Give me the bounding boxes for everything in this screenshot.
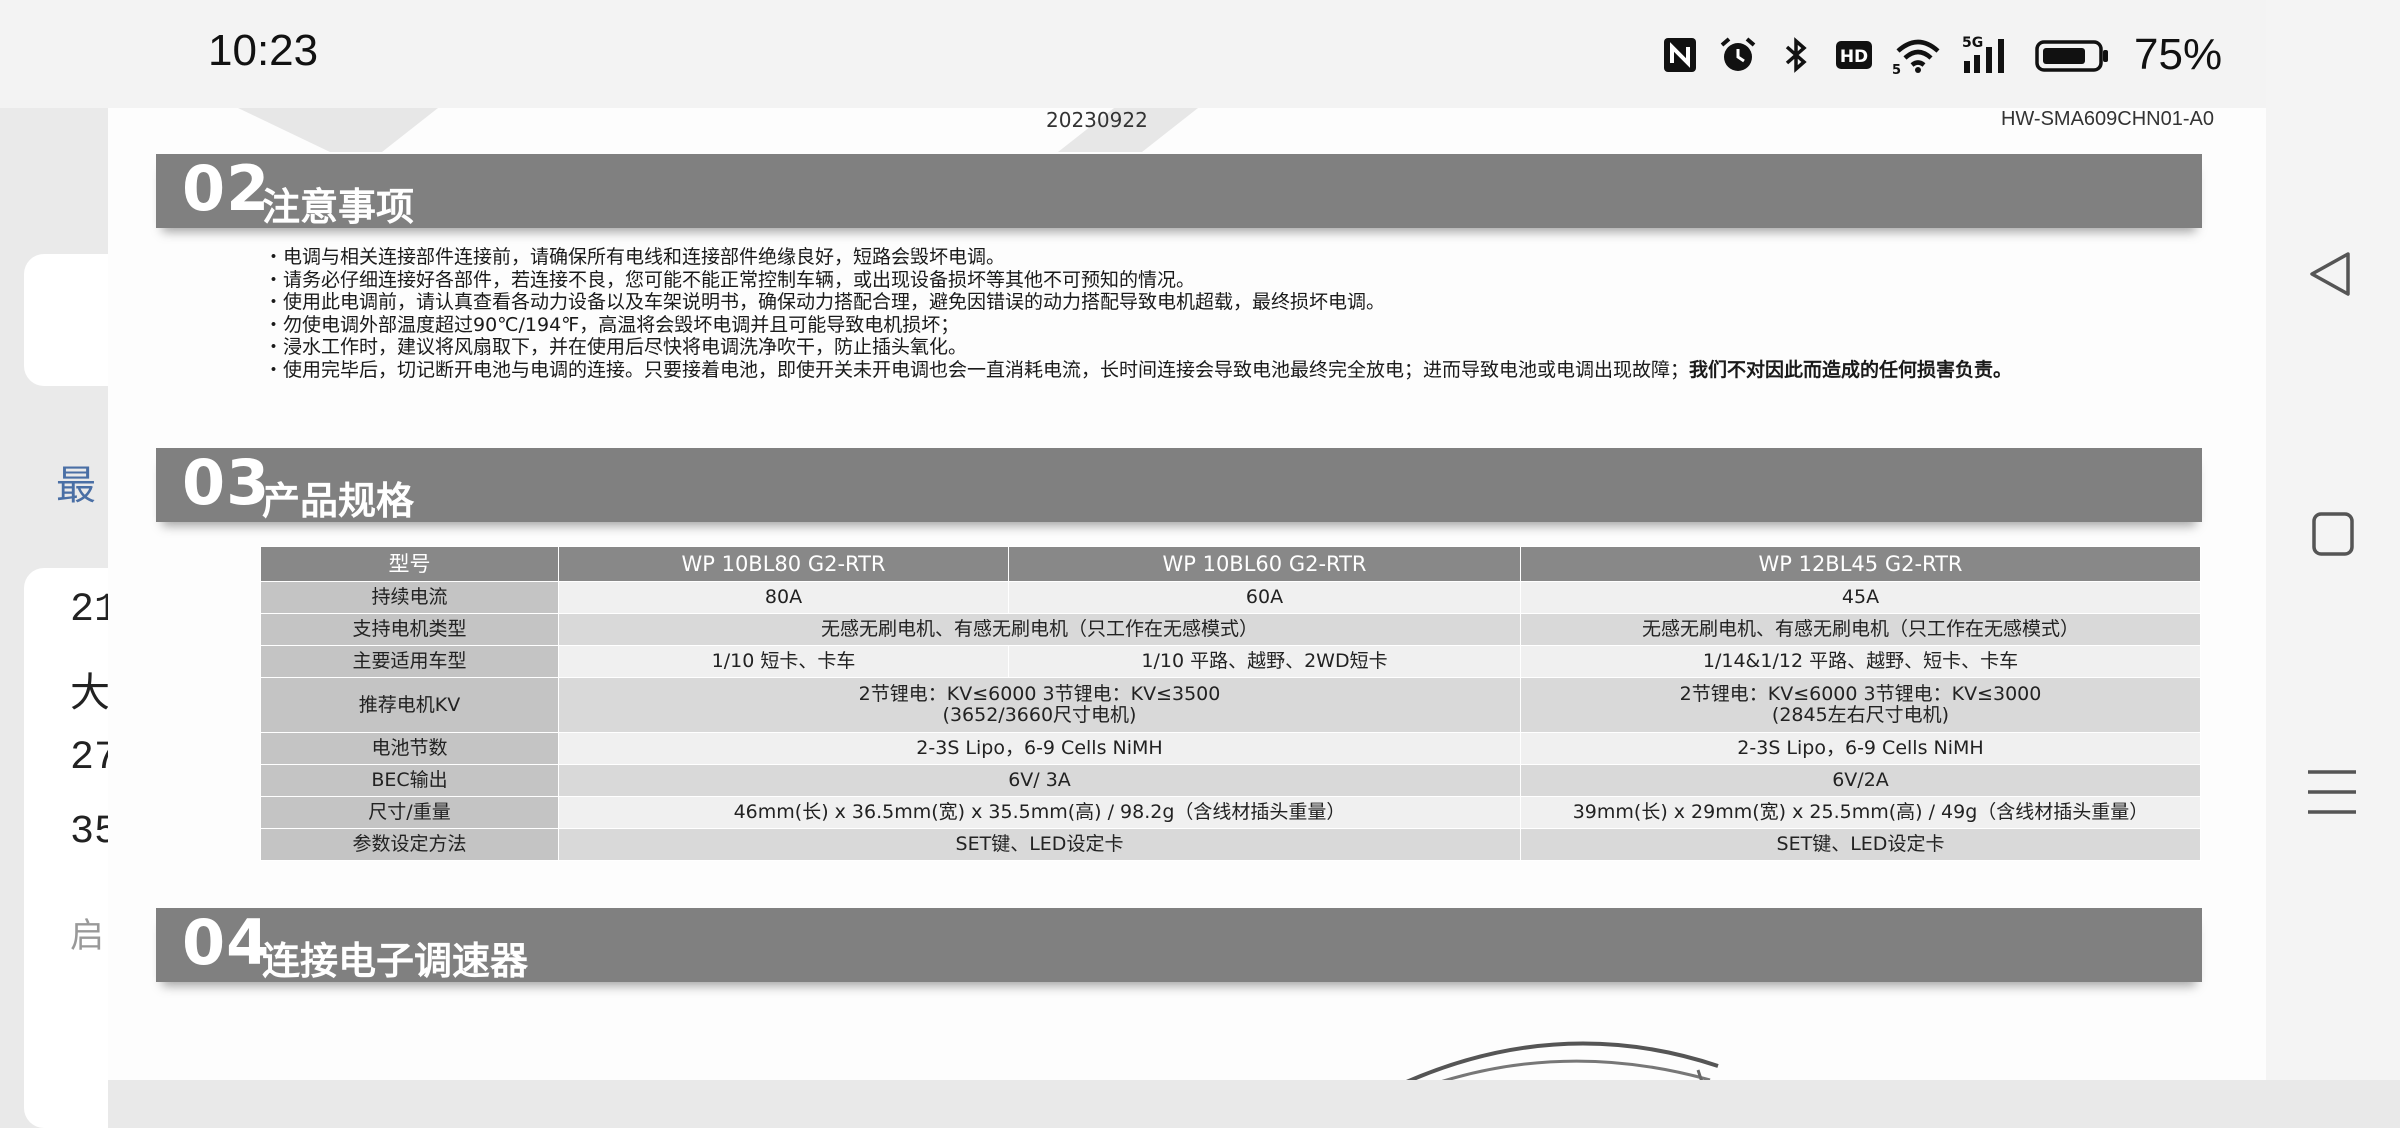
spec-header-cell: WP 10BL80 G2-RTR xyxy=(558,546,1009,582)
section-number: 04 xyxy=(182,906,271,979)
spec-cell-line: 2节锂电：KV≤6000 3节锂电：KV≤3000 xyxy=(1679,683,2042,705)
menu-lines-icon[interactable] xyxy=(2302,762,2362,822)
spec-row: 参数设定方法 SET键、LED设定卡 SET键、LED设定卡 xyxy=(260,828,2201,861)
spec-cell: 2节锂电：KV≤6000 3节锂电：KV≤3500 (3652/3660尺寸电机… xyxy=(558,677,1521,733)
note-item: ・浸水工作时，建议将风扇取下，并在使用后尽快将电调洗净吹干，防止插头氧化。 xyxy=(264,336,968,358)
spec-row: BEC输出 6V/ 3A 6V/2A xyxy=(260,764,2201,797)
spec-header-row: 型号 WP 10BL80 G2-RTR WP 10BL60 G2-RTR WP … xyxy=(260,546,2201,582)
status-icons: HD 5 5G 75% xyxy=(1660,30,2222,80)
bluetooth-icon xyxy=(1785,37,1807,73)
svg-text:HD: HD xyxy=(1840,47,1868,67)
document-code: HW-SMA609CHN01-A0 xyxy=(2000,108,2214,130)
background-heading-fragment: 最 xyxy=(56,463,96,509)
svg-text:5: 5 xyxy=(1892,63,1901,75)
spec-cell: 6V/2A xyxy=(1520,764,2201,797)
spec-label: 推荐电机KV xyxy=(260,677,559,733)
document-viewer[interactable]: 20230922 HW-SMA609CHN01-A0 02 注意事项 ・电调与相… xyxy=(108,108,2266,1080)
spec-cell: 2节锂电：KV≤6000 3节锂电：KV≤3000 (2845左右尺寸电机) xyxy=(1520,677,2201,733)
spec-cell: 46mm(长) x 36.5mm(宽) x 35.5mm(高) / 98.2g（… xyxy=(558,796,1521,829)
spec-cell: 无感无刷电机、有感无刷电机（只工作在无感模式） xyxy=(558,613,1521,646)
spec-label: 参数设定方法 xyxy=(260,828,559,861)
spec-row: 支持电机类型 无感无刷电机、有感无刷电机（只工作在无感模式） 无感无刷电机、有感… xyxy=(260,613,2201,646)
spec-cell-line: (2845左右尺寸电机) xyxy=(1771,704,1950,726)
spec-header-cell: 型号 xyxy=(260,546,559,582)
spec-cell: SET键、LED设定卡 xyxy=(1520,828,2201,861)
spec-cell: 80A xyxy=(558,581,1009,614)
note-item: ・请务必仔细连接好各部件，若连接不良，您可能不能正常控制车辆，或出现设备损坏等其… xyxy=(264,268,1196,291)
spec-header-cell: WP 10BL60 G2-RTR xyxy=(1008,546,1521,582)
connection-diagram xyxy=(1406,1041,1719,1080)
note-item: ・电调与相关连接部件连接前，请确保所有电线和连接部件绝缘良好，短路会毁坏电调。 xyxy=(264,246,1006,268)
note-text: ・使用完毕后，切记断开电池与电调的连接。只要接着电池，即使开关未开电调也会一直消… xyxy=(264,358,1690,381)
spec-label: 尺寸/重量 xyxy=(260,796,559,829)
spec-cell: 6V/ 3A xyxy=(558,764,1521,797)
status-bar: 10:23 HD 5 5G 75% xyxy=(0,0,2266,108)
note-item: ・使用此电调前，请认真查看各动力设备以及车架说明书，确保动力搭配合理，避免因错误… xyxy=(264,291,1386,313)
spec-cell: 60A xyxy=(1008,581,1521,614)
battery-icon xyxy=(2035,40,2108,72)
back-triangle-icon[interactable] xyxy=(2302,244,2362,304)
spec-row: 推荐电机KV 2节锂电：KV≤6000 3节锂电：KV≤3500 (3652/3… xyxy=(260,677,2201,733)
wifi-icon: 5 xyxy=(1892,39,1940,75)
spec-label: BEC输出 xyxy=(260,764,559,797)
spec-cell: 2-3S Lipo，6-9 Cells NiMH xyxy=(1520,732,2201,765)
navigation-bar xyxy=(2266,0,2400,1080)
spec-row: 主要适用车型 1/10 短卡、卡车 1/10 平路、越野、2WD短卡 1/14&… xyxy=(260,645,2201,678)
header-decoration xyxy=(238,108,438,152)
signal-5g-icon: 5G xyxy=(1962,35,2004,73)
spec-row: 尺寸/重量 46mm(长) x 36.5mm(宽) x 35.5mm(高) / … xyxy=(260,796,2201,829)
background-list-fragment: 大 xyxy=(70,670,110,716)
spec-label: 主要适用车型 xyxy=(260,645,559,678)
section-title: 产品规格 xyxy=(262,479,415,523)
hd-icon: HD xyxy=(1836,41,1872,69)
spec-row: 电池节数 2-3S Lipo，6-9 Cells NiMH 2-3S Lipo，… xyxy=(260,732,2201,765)
spec-cell: SET键、LED设定卡 xyxy=(558,828,1521,861)
section-number: 02 xyxy=(182,152,271,225)
notes-list: ・电调与相关连接部件连接前，请确保所有电线和连接部件绝缘良好，短路会毁坏电调。 … xyxy=(264,246,2214,381)
document-date: 20230922 xyxy=(1046,108,1148,132)
note-item: ・勿使电调外部温度超过90℃/194℉，高温将会毁坏电调并且可能导致电机损坏； xyxy=(264,313,960,336)
spec-cell: 1/10 平路、越野、2WD短卡 xyxy=(1008,645,1521,678)
svg-text:5G: 5G xyxy=(1962,35,1983,51)
section-title: 注意事项 xyxy=(262,185,415,229)
disclaimer-text: 我们不对因此而造成的任何损害负责。 xyxy=(1689,358,2013,381)
section-title: 连接电子调速器 xyxy=(262,939,529,983)
spec-cell: 1/14&1/12 平路、越野、短卡、卡车 xyxy=(1520,645,2201,678)
spec-row: 持续电流 80A 60A 45A xyxy=(260,581,2201,614)
section-header-notes: 02 注意事项 xyxy=(156,152,2202,229)
battery-percent: 75% xyxy=(2134,30,2223,79)
spec-table: 型号 WP 10BL80 G2-RTR WP 10BL60 G2-RTR WP … xyxy=(260,546,2201,861)
spec-label: 电池节数 xyxy=(260,732,559,765)
spec-cell-line: (3652/3660尺寸电机) xyxy=(942,704,1137,726)
spec-cell: 2-3S Lipo，6-9 Cells NiMH xyxy=(558,732,1521,765)
note-item: ・使用完毕后，切记断开电池与电调的连接。只要接着电池，即使开关未开电调也会一直消… xyxy=(264,359,2214,382)
section-number: 03 xyxy=(182,446,271,519)
spec-cell: 45A xyxy=(1520,581,2201,614)
section-header-connect: 04 连接电子调速器 xyxy=(156,906,2202,983)
background-app: 最 21 大 27 35 启 xyxy=(0,108,118,1128)
background-card xyxy=(24,254,108,386)
clock: 10:23 xyxy=(208,26,319,75)
spec-header-cell: WP 12BL45 G2-RTR xyxy=(1520,546,2201,582)
spec-cell: 无感无刷电机、有感无刷电机（只工作在无感模式） xyxy=(1520,613,2201,646)
home-square-icon[interactable] xyxy=(2302,504,2362,564)
section-header-specs: 03 产品规格 xyxy=(156,446,2202,523)
spec-cell-line: 2节锂电：KV≤6000 3节锂电：KV≤3500 xyxy=(858,683,1221,705)
spec-cell: 1/10 短卡、卡车 xyxy=(558,645,1009,678)
spec-label: 持续电流 xyxy=(260,581,559,614)
alarm-icon xyxy=(1720,37,1756,71)
spec-label: 支持电机类型 xyxy=(260,613,559,646)
nfc-icon xyxy=(1664,38,1696,72)
background-list-fragment: 启 xyxy=(70,916,104,956)
spec-cell: 39mm(长) x 29mm(宽) x 25.5mm(高) / 49g（含线材插… xyxy=(1520,796,2201,829)
